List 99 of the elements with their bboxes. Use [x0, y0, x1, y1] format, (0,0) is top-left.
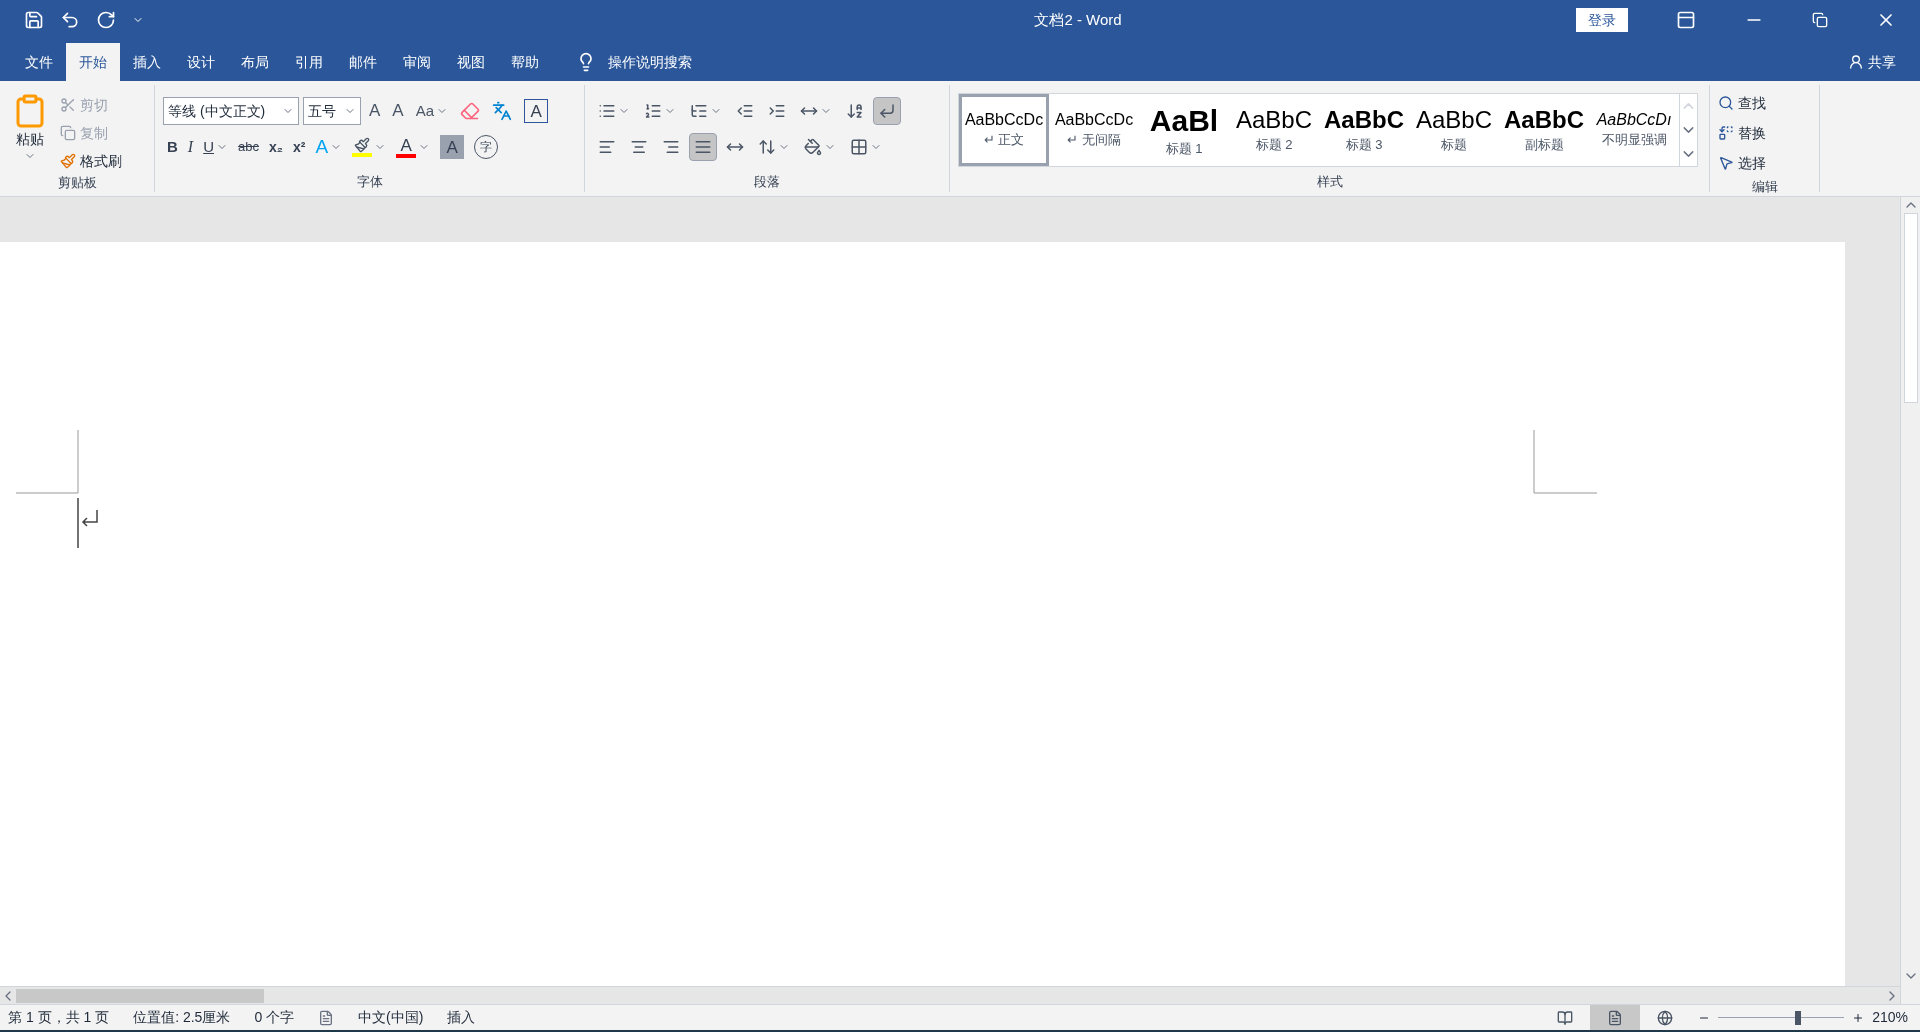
- scrollbar-thumb[interactable]: [16, 988, 264, 1003]
- align-right-icon: [662, 138, 680, 156]
- borders-icon: [850, 138, 868, 156]
- character-shading-button[interactable]: A: [440, 135, 465, 159]
- select-button[interactable]: 选择: [1718, 149, 1766, 177]
- ribbon-tab[interactable]: 帮助: [498, 43, 552, 81]
- character-border-button[interactable]: A: [524, 99, 549, 123]
- italic-button[interactable]: I: [183, 133, 198, 161]
- redo-icon[interactable]: [96, 10, 116, 30]
- person-icon: [1848, 54, 1864, 70]
- ribbon-tab[interactable]: 布局: [228, 43, 282, 81]
- ribbon-tab[interactable]: 视图: [444, 43, 498, 81]
- status-text: 位置值: 2.5厘米: [133, 1008, 231, 1027]
- replace-icon: [1718, 125, 1734, 141]
- group-label: 编辑: [1751, 178, 1778, 196]
- style-item[interactable]: AaBbC 标题 3: [1319, 94, 1409, 166]
- share-button[interactable]: 共享: [1848, 43, 1896, 81]
- style-item[interactable]: AaBbC 标题 2: [1229, 94, 1319, 166]
- scrollbar-thumb[interactable]: [1903, 213, 1918, 403]
- zoom-level[interactable]: 210%: [1872, 1007, 1908, 1028]
- font-name-dropdown[interactable]: 等线 (中文正文): [163, 97, 299, 125]
- crop-mark: [1533, 430, 1597, 494]
- plus-icon: [1852, 1011, 1865, 1024]
- font-size-dropdown[interactable]: 五号: [303, 97, 361, 125]
- scissors-icon: [60, 97, 76, 113]
- group-label: 样式: [1316, 173, 1343, 192]
- underline-button[interactable]: U: [199, 133, 232, 161]
- shading-icon: [804, 138, 822, 156]
- ribbon-tab[interactable]: 开始: [66, 43, 120, 81]
- eraser-icon: [460, 101, 481, 121]
- text-cursor-drawing: [77, 498, 101, 548]
- painter-button[interactable]: 格式刷: [60, 149, 122, 173]
- marker-icon: [354, 137, 371, 153]
- proofing-icon[interactable]: [318, 1009, 335, 1026]
- ribbon-tab[interactable]: 审阅: [390, 43, 444, 81]
- bullets-icon: [598, 102, 616, 120]
- restore-icon[interactable]: [1812, 12, 1828, 28]
- ribbon-tab[interactable]: 设计: [174, 43, 228, 81]
- font-color-button[interactable]: A: [392, 133, 435, 161]
- sign-in-button[interactable]: 登录: [1576, 8, 1628, 32]
- superscript-button[interactable]: x²: [289, 133, 310, 161]
- numbering-icon: [644, 102, 662, 120]
- style-item[interactable]: AaBbCcDc ↵ 无间隔: [1049, 94, 1139, 166]
- print-view-button[interactable]: [1590, 1005, 1641, 1030]
- strikethrough-button[interactable]: abc: [234, 133, 263, 161]
- style-item[interactable]: AaBbCcDc ↵ 正文: [959, 94, 1049, 166]
- copy-icon: [60, 125, 76, 141]
- align-left-icon: [598, 138, 616, 156]
- grow-font-button[interactable]: A: [365, 97, 385, 125]
- status-text: 第 1 页，共 1 页: [8, 1008, 110, 1027]
- group-label: 段落: [754, 173, 780, 192]
- zoom-slider[interactable]: [1718, 1009, 1845, 1026]
- globe-icon: [1657, 1009, 1674, 1026]
- ribbon-display-icon[interactable]: [1676, 10, 1696, 30]
- justify-icon: [694, 138, 712, 156]
- style-item[interactable]: AaBbCcDı 不明显强调: [1589, 94, 1679, 166]
- line-spacing-icon: [758, 138, 776, 156]
- change-case-button[interactable]: Aa: [411, 97, 453, 125]
- zoom-slider-thumb[interactable]: [1794, 1010, 1801, 1025]
- ribbon-tab[interactable]: 文件: [12, 43, 66, 81]
- status-text: 中文(中国): [358, 1008, 424, 1027]
- cursor-icon: [1718, 155, 1734, 171]
- group-label: 字体: [356, 173, 383, 192]
- status-text: 0 个字: [254, 1008, 295, 1027]
- book-icon: [1557, 1009, 1574, 1026]
- phonetic-icon: [492, 101, 513, 121]
- window-title: 文档2 - Word: [1034, 9, 1122, 30]
- save-icon[interactable]: [24, 10, 44, 30]
- ribbon-tab[interactable]: 引用: [282, 43, 336, 81]
- show-marks-button[interactable]: [873, 97, 901, 125]
- ribbon-tab[interactable]: 邮件: [336, 43, 390, 81]
- find-button[interactable]: 查找: [1718, 89, 1766, 117]
- vertical-scrollbar[interactable]: [1900, 197, 1920, 1004]
- bold-button[interactable]: B: [163, 133, 182, 161]
- multilevel-list-icon: [690, 102, 708, 120]
- subscript-button[interactable]: x₂: [265, 133, 287, 161]
- style-item[interactable]: AaBl 标题 1: [1139, 94, 1229, 166]
- undo-icon[interactable]: [60, 10, 80, 30]
- style-item[interactable]: AaBbC 副标题: [1499, 94, 1589, 166]
- align-center-icon: [630, 138, 648, 156]
- replace-button[interactable]: 替换: [1718, 119, 1766, 147]
- shrink-font-button[interactable]: A: [388, 97, 408, 125]
- increase-indent-icon: [768, 102, 786, 120]
- brush-icon: [60, 153, 76, 169]
- ribbon-tab[interactable]: 插入: [120, 43, 174, 81]
- document-icon: [1607, 1009, 1624, 1026]
- paste-button[interactable]: 粘贴: [8, 89, 52, 173]
- search-icon: [1718, 95, 1734, 111]
- zoom-in-button[interactable]: [1852, 1011, 1865, 1024]
- show-marks-icon: [878, 102, 896, 120]
- horizontal-scrollbar[interactable]: [0, 986, 1900, 1004]
- status-text: 插入: [447, 1008, 476, 1027]
- decrease-indent-icon: [736, 102, 754, 120]
- crop-mark: [16, 430, 79, 494]
- sort-icon: [846, 102, 864, 120]
- style-item[interactable]: AaBbC 标题: [1409, 94, 1499, 166]
- group-label: 剪贴板: [57, 174, 97, 192]
- tell-me-search[interactable]: 操作说明搜索: [608, 51, 692, 73]
- justify-button[interactable]: [689, 133, 717, 161]
